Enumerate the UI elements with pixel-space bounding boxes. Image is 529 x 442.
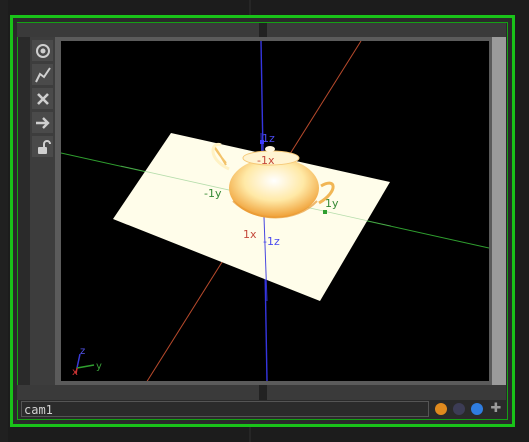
viewer-toolbar bbox=[30, 37, 55, 385]
node-top-connector[interactable] bbox=[259, 23, 267, 37]
display-flag-gray[interactable] bbox=[453, 403, 465, 415]
y-axis-handle[interactable] bbox=[323, 210, 327, 214]
operator-name-field[interactable]: cam1 bbox=[21, 401, 429, 417]
render-flag-blue[interactable] bbox=[471, 403, 483, 415]
gizmo-x-label: x bbox=[72, 367, 78, 378]
viewer-flag-orange[interactable] bbox=[435, 403, 447, 415]
close-icon[interactable] bbox=[32, 88, 53, 109]
axis-label-neg-z: -1z bbox=[263, 235, 280, 248]
gizmo-z-label: z bbox=[80, 346, 85, 357]
target-icon[interactable] bbox=[32, 40, 53, 61]
orientation-gizmo: z y x bbox=[72, 346, 102, 378]
axis-label-neg-y: -1y bbox=[204, 187, 222, 200]
axis-label-pos-y: 1y bbox=[325, 197, 339, 210]
plus-flag-icon[interactable]: ✚ bbox=[489, 401, 503, 417]
graph-icon[interactable] bbox=[32, 64, 53, 85]
viewer-scrollbar[interactable] bbox=[492, 37, 506, 385]
lock-icon[interactable] bbox=[32, 136, 53, 157]
3d-viewport[interactable]: 1z -1x -1y 1y 1x -1z z y x bbox=[61, 41, 489, 381]
axis-label-neg-x: -1x bbox=[257, 154, 275, 167]
node-bottom-connector[interactable] bbox=[259, 385, 267, 400]
arrow-right-icon[interactable] bbox=[32, 112, 53, 133]
gizmo-y-label: y bbox=[96, 361, 102, 372]
network-background-edge bbox=[0, 0, 8, 442]
viewport-canvas[interactable]: 1z -1x -1y 1y 1x -1z z y x bbox=[61, 41, 489, 381]
axis-label-pos-z: 1z bbox=[262, 132, 275, 145]
axis-label-pos-x: 1x bbox=[243, 228, 257, 241]
